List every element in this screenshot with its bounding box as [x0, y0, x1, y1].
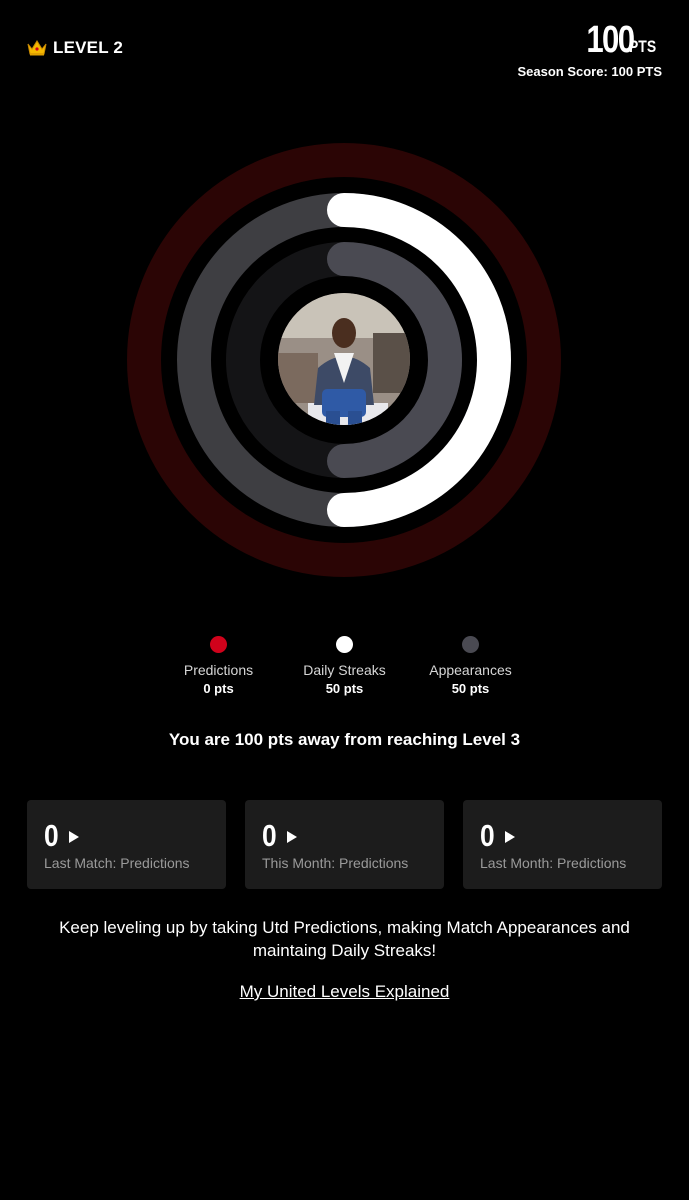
legend-label: Daily Streaks: [303, 662, 386, 678]
legend-item-predictions: Predictions 0 pts: [156, 636, 282, 696]
stat-label: Last Match: Predictions: [44, 855, 190, 871]
profile-avatar[interactable]: [278, 293, 410, 425]
points-legend: Predictions 0 pts Daily Streaks 50 pts A…: [0, 636, 689, 696]
play-icon: [505, 831, 516, 843]
legend-value: 50 pts: [451, 681, 490, 696]
stat-value: 0: [262, 818, 277, 853]
stat-card-this-month[interactable]: 0 This Month: Predictions: [245, 800, 444, 889]
legend-value: 50 pts: [325, 681, 364, 696]
legend-dot-grey: [462, 636, 479, 653]
levels-explained-link[interactable]: My United Levels Explained: [240, 982, 450, 1001]
legend-item-appearances: Appearances 50 pts: [408, 636, 534, 696]
points-away-message: You are 100 pts away from reaching Level…: [168, 730, 521, 749]
legend-dot-red: [210, 636, 227, 653]
play-icon: [287, 831, 298, 843]
legend-item-daily-streaks: Daily Streaks 50 pts: [282, 636, 408, 696]
legend-label: Predictions: [183, 662, 254, 678]
stat-value: 0: [44, 818, 59, 853]
legend-dot-white: [336, 636, 353, 653]
legend-value: 0 pts: [203, 681, 234, 696]
stat-label: Last Month: Predictions: [480, 855, 627, 871]
profile-photo: [278, 293, 410, 425]
legend-label: Appearances: [429, 662, 512, 678]
stat-card-last-month[interactable]: 0 Last Month: Predictions: [463, 800, 662, 889]
stat-value: 0: [480, 818, 495, 853]
play-icon: [69, 831, 80, 843]
stats-row: 0 Last Match: Predictions 0 This Month: …: [27, 800, 662, 889]
stat-card-last-match[interactable]: 0 Last Match: Predictions: [27, 800, 226, 889]
keep-leveling-message: Keep leveling up by taking Utd Predictio…: [59, 918, 630, 960]
stat-label: This Month: Predictions: [262, 855, 409, 871]
levels-explained-container: My United Levels Explained: [0, 982, 689, 1002]
